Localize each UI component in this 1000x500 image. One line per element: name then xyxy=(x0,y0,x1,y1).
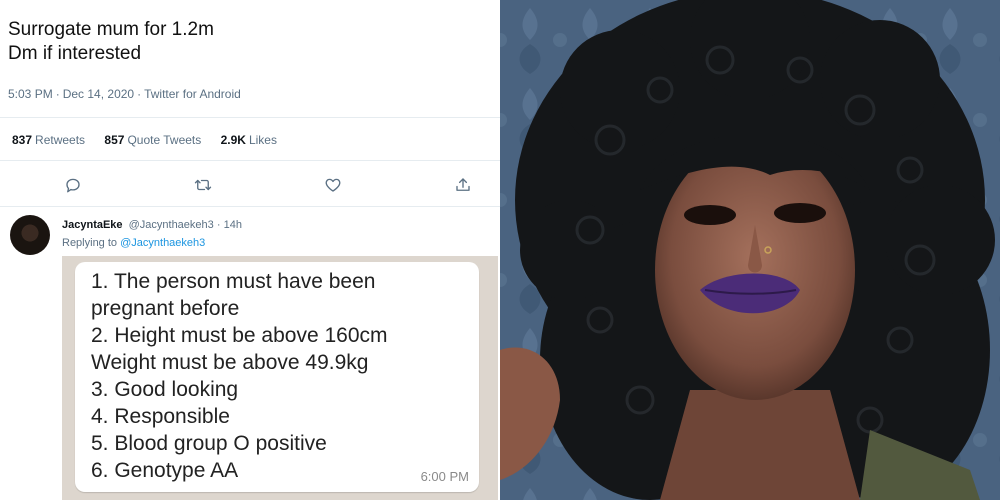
chat-message-time: 6:00 PM xyxy=(420,469,469,484)
tweet-time: 5:03 PM xyxy=(8,87,53,101)
left-eye xyxy=(684,205,736,225)
divider xyxy=(0,160,500,161)
like-button[interactable] xyxy=(320,172,346,198)
tweet-action-bar xyxy=(0,172,500,198)
chat-message-line: 3. Good looking xyxy=(91,378,239,401)
avatar[interactable] xyxy=(10,215,50,255)
replying-to-label: Replying to xyxy=(62,237,118,249)
quote-tweets-stat[interactable]: 857 Quote Tweets xyxy=(104,133,201,147)
chat-message-line: 6. Genotype AA xyxy=(91,459,239,482)
chat-message-line: 1. The person must have been xyxy=(91,270,376,293)
reply-button[interactable] xyxy=(60,172,86,198)
reply-display-name[interactable]: JacyntaEke xyxy=(62,219,123,231)
reply-handle[interactable]: @Jacynthaekeh3 xyxy=(129,219,214,231)
chat-message-line: pregnant before xyxy=(91,297,240,320)
tweet-text-line: Dm if interested xyxy=(8,43,142,64)
tweet-screenshot-panel: Surrogate mum for 1.2m Dm if interested … xyxy=(0,0,500,500)
reply-age: 14h xyxy=(223,219,242,231)
likes-stat[interactable]: 2.9K Likes xyxy=(221,133,277,147)
chat-message-line: 5. Blood group O positive xyxy=(91,432,327,455)
tweet-text-line: Surrogate mum for 1.2m xyxy=(8,19,214,40)
tweet-stats: 837 Retweets 857 Quote Tweets 2.9K Likes xyxy=(12,133,293,147)
share-icon xyxy=(456,178,470,191)
reply-icon xyxy=(66,178,80,193)
retweet-button[interactable] xyxy=(190,172,216,198)
chat-message-text: 1. The person must have been pregnant be… xyxy=(91,268,388,484)
retweet-icon xyxy=(194,179,212,191)
chat-message-line: Weight must be above 49.9kg xyxy=(91,351,369,374)
right-eye xyxy=(774,203,826,223)
tweet-source[interactable]: Twitter for Android xyxy=(144,87,241,101)
chat-message-line: 2. Height must be above 160cm xyxy=(91,324,388,347)
tweet-timestamp[interactable]: 5:03 PM · Dec 14, 2020 · Twitter for Android xyxy=(8,87,241,101)
divider xyxy=(0,117,500,118)
chat-message-line: 4. Responsible xyxy=(91,405,230,428)
portrait-illustration xyxy=(500,0,1000,500)
replying-to: Replying to @Jacynthaekeh3 xyxy=(62,237,205,249)
neck xyxy=(660,390,860,500)
chat-message-bubble: 1. The person must have been pregnant be… xyxy=(75,262,479,492)
retweets-stat[interactable]: 837 Retweets xyxy=(12,133,85,147)
tweet-text: Surrogate mum for 1.2m Dm if interested xyxy=(8,18,214,66)
replying-to-handle-link[interactable]: @Jacynthaekeh3 xyxy=(120,237,205,249)
portrait-photo xyxy=(500,0,1000,500)
reply-header: JacyntaEke @Jacynthaekeh3 · 14h xyxy=(62,219,242,231)
like-icon xyxy=(325,178,341,192)
divider xyxy=(0,206,500,207)
share-button[interactable] xyxy=(450,172,476,198)
tweet-date: Dec 14, 2020 xyxy=(62,87,135,101)
